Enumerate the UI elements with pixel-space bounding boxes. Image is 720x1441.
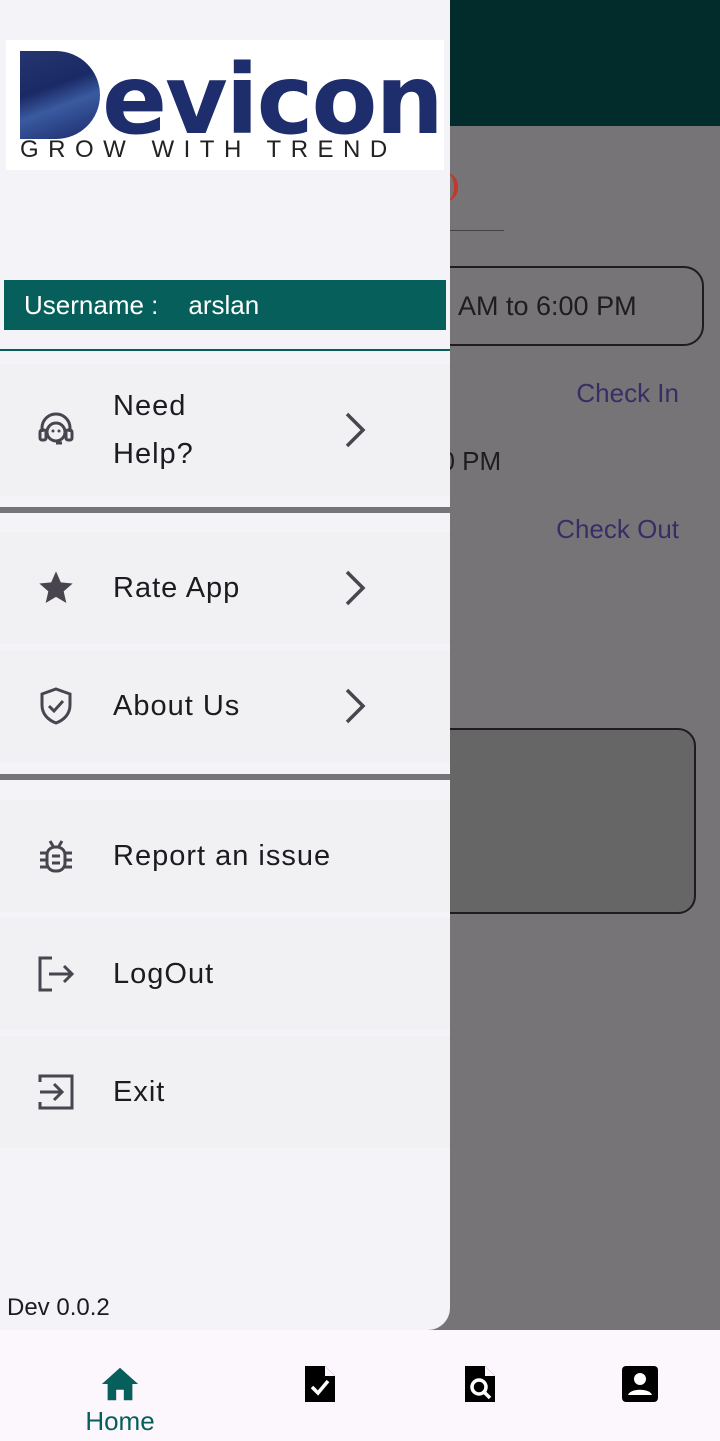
menu-item-label-line2: Help? xyxy=(113,438,194,470)
brand-logo: evicon GROW WITH TREND xyxy=(6,40,444,170)
document-check-icon xyxy=(300,1364,340,1404)
logo-tagline: GROW WITH TREND xyxy=(20,136,397,163)
nav-profile[interactable] xyxy=(550,1330,720,1441)
menu-item-label: About Us xyxy=(113,690,241,722)
logo-d-mark xyxy=(20,51,100,139)
username-value: arslan xyxy=(188,289,260,320)
document-search-icon xyxy=(460,1364,500,1404)
headset-icon xyxy=(36,410,76,450)
menu-item-report-issue[interactable]: Report an issue xyxy=(0,800,450,912)
chevron-right-icon xyxy=(338,684,372,728)
nav-search-records[interactable] xyxy=(390,1330,570,1441)
menu-item-about-us[interactable]: About Us xyxy=(0,650,450,762)
chevron-right-icon xyxy=(338,408,372,452)
username-bar: Username : arslan xyxy=(4,280,446,330)
check-in-button[interactable]: Check In xyxy=(576,378,679,409)
nav-home[interactable]: Home xyxy=(30,1330,210,1441)
menu-divider xyxy=(0,507,450,513)
profile-icon xyxy=(620,1364,660,1404)
chevron-right-icon xyxy=(338,566,372,610)
menu-item-rate-app[interactable]: Rate App xyxy=(0,532,450,644)
info-card xyxy=(420,728,696,914)
app-version: Dev 0.0.2 xyxy=(7,1294,110,1321)
menu-item-label: LogOut xyxy=(113,958,215,990)
menu-item-exit[interactable]: Exit xyxy=(0,1036,450,1148)
username-divider xyxy=(0,349,450,351)
menu-item-need-help[interactable]: Need Help? xyxy=(0,364,450,496)
shift-time-box: AM to 6:00 PM xyxy=(420,266,704,346)
menu-item-label: Need xyxy=(113,390,187,422)
home-icon xyxy=(100,1364,140,1404)
logout-icon xyxy=(36,954,76,994)
menu-item-label: Rate App xyxy=(113,572,241,604)
exit-icon xyxy=(36,1072,76,1112)
bottom-navigation-bar: Home xyxy=(0,1330,720,1441)
shield-check-icon xyxy=(36,686,76,726)
menu-divider xyxy=(0,774,450,780)
nav-home-label: Home xyxy=(85,1406,155,1436)
menu-item-label: Report an issue xyxy=(113,840,332,872)
star-icon xyxy=(36,568,76,608)
shift-time-text: AM to 6:00 PM xyxy=(458,290,637,321)
divider xyxy=(450,230,504,231)
nav-attendance[interactable] xyxy=(230,1330,410,1441)
menu-item-label: Exit xyxy=(113,1076,166,1108)
bug-icon xyxy=(36,836,76,876)
username-label: Username : xyxy=(24,289,159,320)
check-out-button[interactable]: Check Out xyxy=(556,514,679,545)
navigation-drawer: evicon GROW WITH TREND Username : arslan… xyxy=(0,0,450,1330)
menu-item-logout[interactable]: LogOut xyxy=(0,918,450,1030)
